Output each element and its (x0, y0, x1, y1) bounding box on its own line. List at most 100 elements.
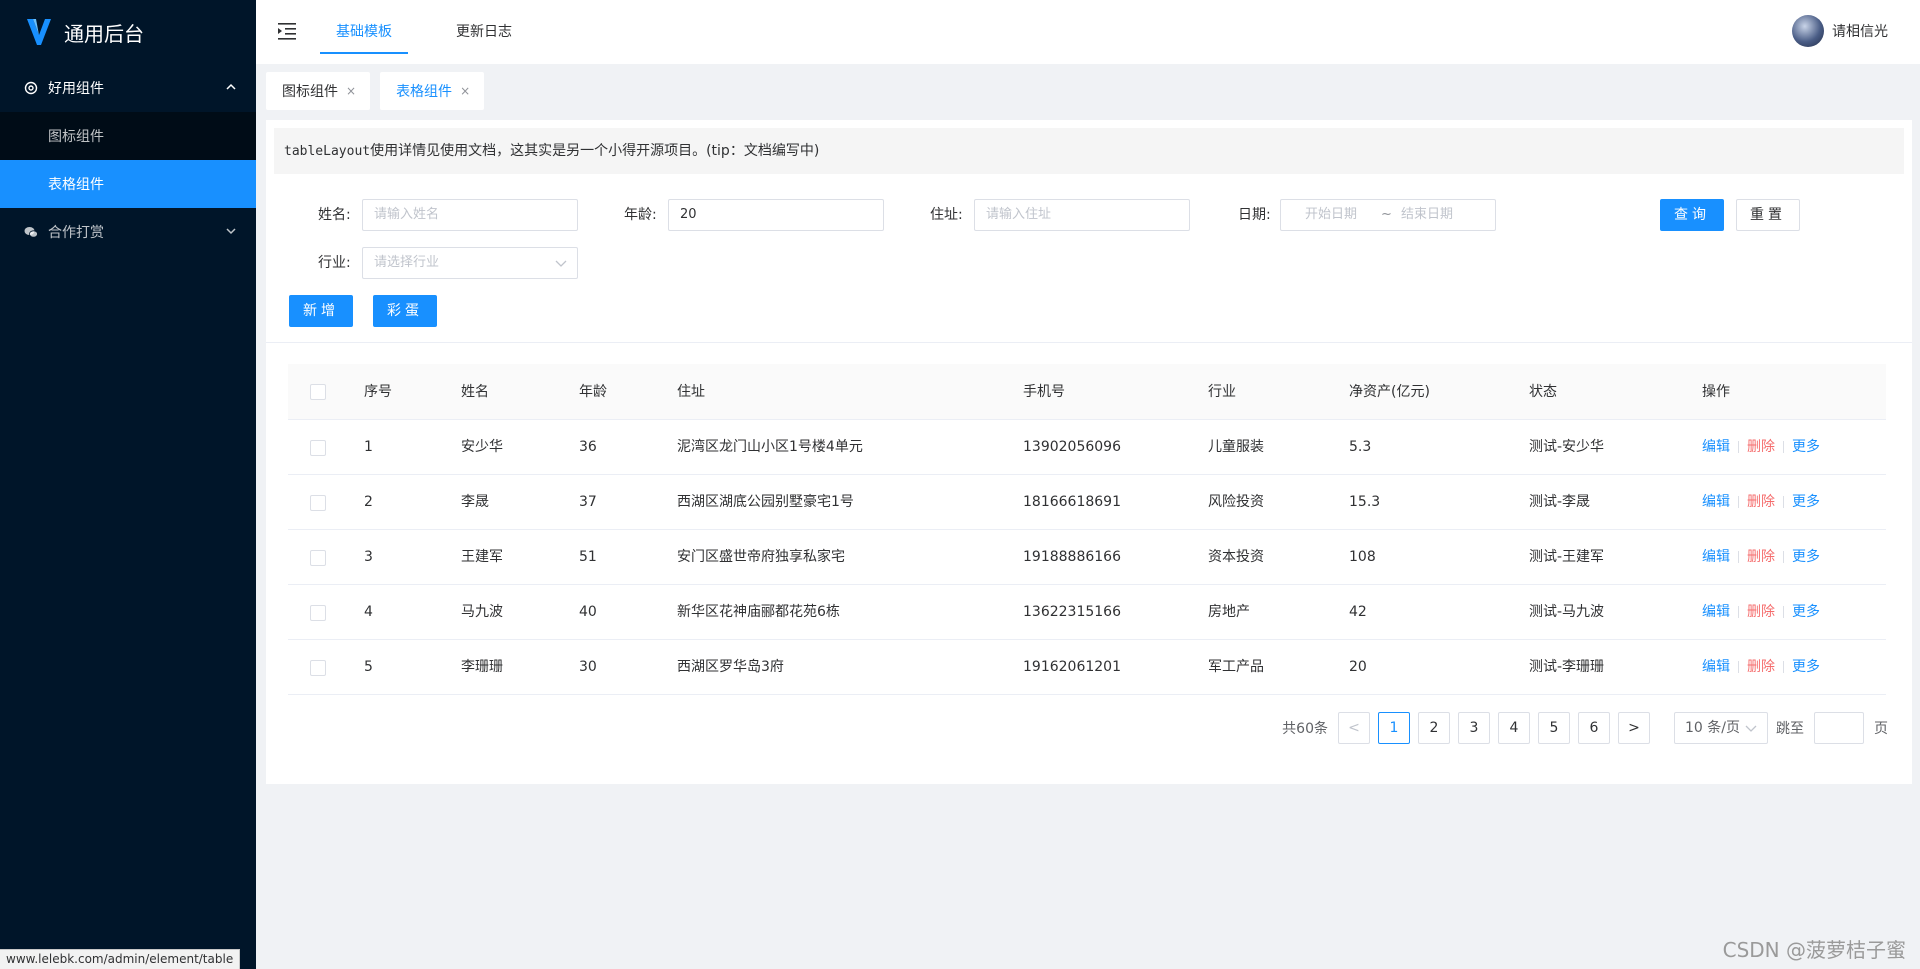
tab-basic-template[interactable]: 基础模板 (320, 0, 408, 54)
page-button[interactable]: 2 (1418, 712, 1450, 744)
cell-address: 新华区花神庙郦都花苑6栋 (677, 604, 840, 620)
cell-address: 西湖区湖底公园别墅豪宅1号 (677, 494, 854, 510)
cell-address: 泥湾区龙门山小区1号楼4单元 (677, 439, 863, 455)
cell-index: 1 (364, 439, 373, 455)
action-separator (1738, 441, 1739, 453)
menu-group-label: 好用组件 (48, 81, 104, 97)
delete-link[interactable]: 删除 (1747, 585, 1775, 640)
cell-name: 李珊珊 (461, 659, 503, 675)
more-link[interactable]: 更多 (1792, 475, 1820, 530)
column-header-industry: 行业 (1208, 384, 1236, 400)
sidebar-item-table-component[interactable]: 表格组件 (0, 160, 256, 208)
component-icon (24, 81, 38, 95)
chevron-down-icon (555, 260, 567, 267)
cell-status: 测试-马九波 (1529, 604, 1605, 620)
age-input[interactable]: 20 (668, 199, 884, 231)
page-button[interactable]: 4 (1498, 712, 1530, 744)
action-separator (1738, 661, 1739, 673)
tip-text: 使用详情见使用文档，这其实是另一个小得开源项目。(tip：文档编写中) (370, 143, 820, 159)
data-table: 序号 姓名 年龄 住址 手机号 行业 净资产(亿元) 状态 操作 1 安少华 36 泥… (288, 364, 1886, 695)
more-link[interactable]: 更多 (1792, 640, 1820, 695)
prev-page-button[interactable]: < (1338, 712, 1370, 744)
column-header-net-assets: 净资产(亿元) (1349, 384, 1430, 400)
close-icon[interactable]: × (346, 84, 356, 98)
industry-select[interactable]: 请选择行业 (362, 247, 578, 279)
cell-phone: 18166618691 (1023, 494, 1121, 510)
more-link[interactable]: 更多 (1792, 420, 1820, 475)
cell-age: 40 (579, 604, 597, 620)
column-header-address: 住址 (677, 384, 705, 400)
cell-status: 测试-李晟 (1529, 494, 1591, 510)
cell-name: 安少华 (461, 439, 503, 455)
row-checkbox[interactable] (310, 495, 326, 511)
edit-link[interactable]: 编辑 (1702, 475, 1730, 530)
divider (266, 342, 1912, 343)
cell-name: 李晟 (461, 494, 489, 510)
action-separator (1738, 606, 1739, 618)
select-all-checkbox[interactable] (310, 384, 326, 400)
page-number-list: 123456 (1378, 712, 1618, 744)
page-tab-label: 表格组件 (396, 84, 453, 100)
page-button[interactable]: 3 (1458, 712, 1490, 744)
sidebar-item-icon-component[interactable]: 图标组件 (0, 112, 256, 160)
page-button[interactable]: 5 (1538, 712, 1570, 744)
date-range-input[interactable]: 开始日期 ~ 结束日期 (1280, 199, 1496, 231)
next-page-button[interactable]: > (1618, 712, 1650, 744)
add-button[interactable]: 新增 (289, 295, 353, 327)
jump-page-input[interactable] (1814, 712, 1864, 744)
content-card: tableLayout使用详情见使用文档，这其实是另一个小得开源项目。(tip：… (266, 120, 1912, 784)
cell-industry: 房地产 (1208, 604, 1250, 620)
name-input[interactable]: 请输入姓名 (362, 199, 578, 231)
date-label: 日期: (1238, 207, 1271, 223)
cell-net-assets: 15.3 (1349, 494, 1381, 510)
row-checkbox[interactable] (310, 660, 326, 676)
delete-link[interactable]: 删除 (1747, 475, 1775, 530)
edit-link[interactable]: 编辑 (1702, 640, 1730, 695)
date-end-placeholder: 结束日期 (1401, 207, 1454, 222)
logo[interactable]: 通用后台 (0, 0, 256, 64)
action-separator (1738, 551, 1739, 563)
pagination: 共60条 < 123456 > 10 条/页 跳至 页 (1282, 712, 1888, 744)
table-header: 序号 姓名 年龄 住址 手机号 行业 净资产(亿元) 状态 操作 (288, 364, 1886, 420)
menu-group-components[interactable]: 好用组件 (0, 64, 256, 112)
row-checkbox[interactable] (310, 605, 326, 621)
address-input[interactable]: 请输入住址 (974, 199, 1190, 231)
cell-age: 30 (579, 659, 597, 675)
column-header-status: 状态 (1529, 384, 1557, 400)
cell-phone: 13902056096 (1023, 439, 1121, 455)
cell-index: 2 (364, 494, 373, 510)
cell-net-assets: 5.3 (1349, 439, 1372, 455)
cell-age: 37 (579, 494, 597, 510)
page-tab-icon-component[interactable]: 图标组件 × (266, 72, 371, 110)
delete-link[interactable]: 删除 (1747, 420, 1775, 475)
edit-link[interactable]: 编辑 (1702, 530, 1730, 585)
cell-age: 51 (579, 549, 597, 565)
more-link[interactable]: 更多 (1792, 530, 1820, 585)
cell-actions: 编辑 删除 更多 (1702, 640, 1820, 695)
query-button[interactable]: 查询 (1660, 199, 1724, 231)
easter-egg-button[interactable]: 彩蛋 (373, 295, 437, 327)
tab-changelog[interactable]: 更新日志 (440, 0, 528, 54)
edit-link[interactable]: 编辑 (1702, 420, 1730, 475)
close-icon[interactable]: × (460, 84, 470, 98)
user-menu[interactable]: 请相信光 (1792, 15, 1888, 47)
cell-address: 西湖区罗华岛3府 (677, 659, 784, 675)
page-size-select[interactable]: 10 条/页 (1674, 712, 1768, 744)
row-checkbox[interactable] (310, 440, 326, 456)
page-unit-label: 页 (1874, 721, 1888, 737)
date-separator: ~ (1381, 207, 1392, 222)
delete-link[interactable]: 删除 (1747, 530, 1775, 585)
reset-button[interactable]: 重置 (1736, 199, 1800, 231)
edit-link[interactable]: 编辑 (1702, 585, 1730, 640)
menu-fold-icon[interactable] (278, 22, 298, 40)
delete-link[interactable]: 删除 (1747, 640, 1775, 695)
page-tab-table-component[interactable]: 表格组件 × (380, 72, 485, 110)
page-button[interactable]: 1 (1378, 712, 1410, 744)
row-checkbox[interactable] (310, 550, 326, 566)
more-link[interactable]: 更多 (1792, 585, 1820, 640)
menu-group-donate[interactable]: 合作打赏 (0, 208, 256, 256)
header: 基础模板 更新日志 请相信光 (256, 0, 1920, 64)
page-button[interactable]: 6 (1578, 712, 1610, 744)
table-row: 5 李珊珊 30 西湖区罗华岛3府 19162061201 军工产品 20 测试-李珊珊 编辑删… (288, 640, 1886, 695)
action-separator (1783, 441, 1784, 453)
